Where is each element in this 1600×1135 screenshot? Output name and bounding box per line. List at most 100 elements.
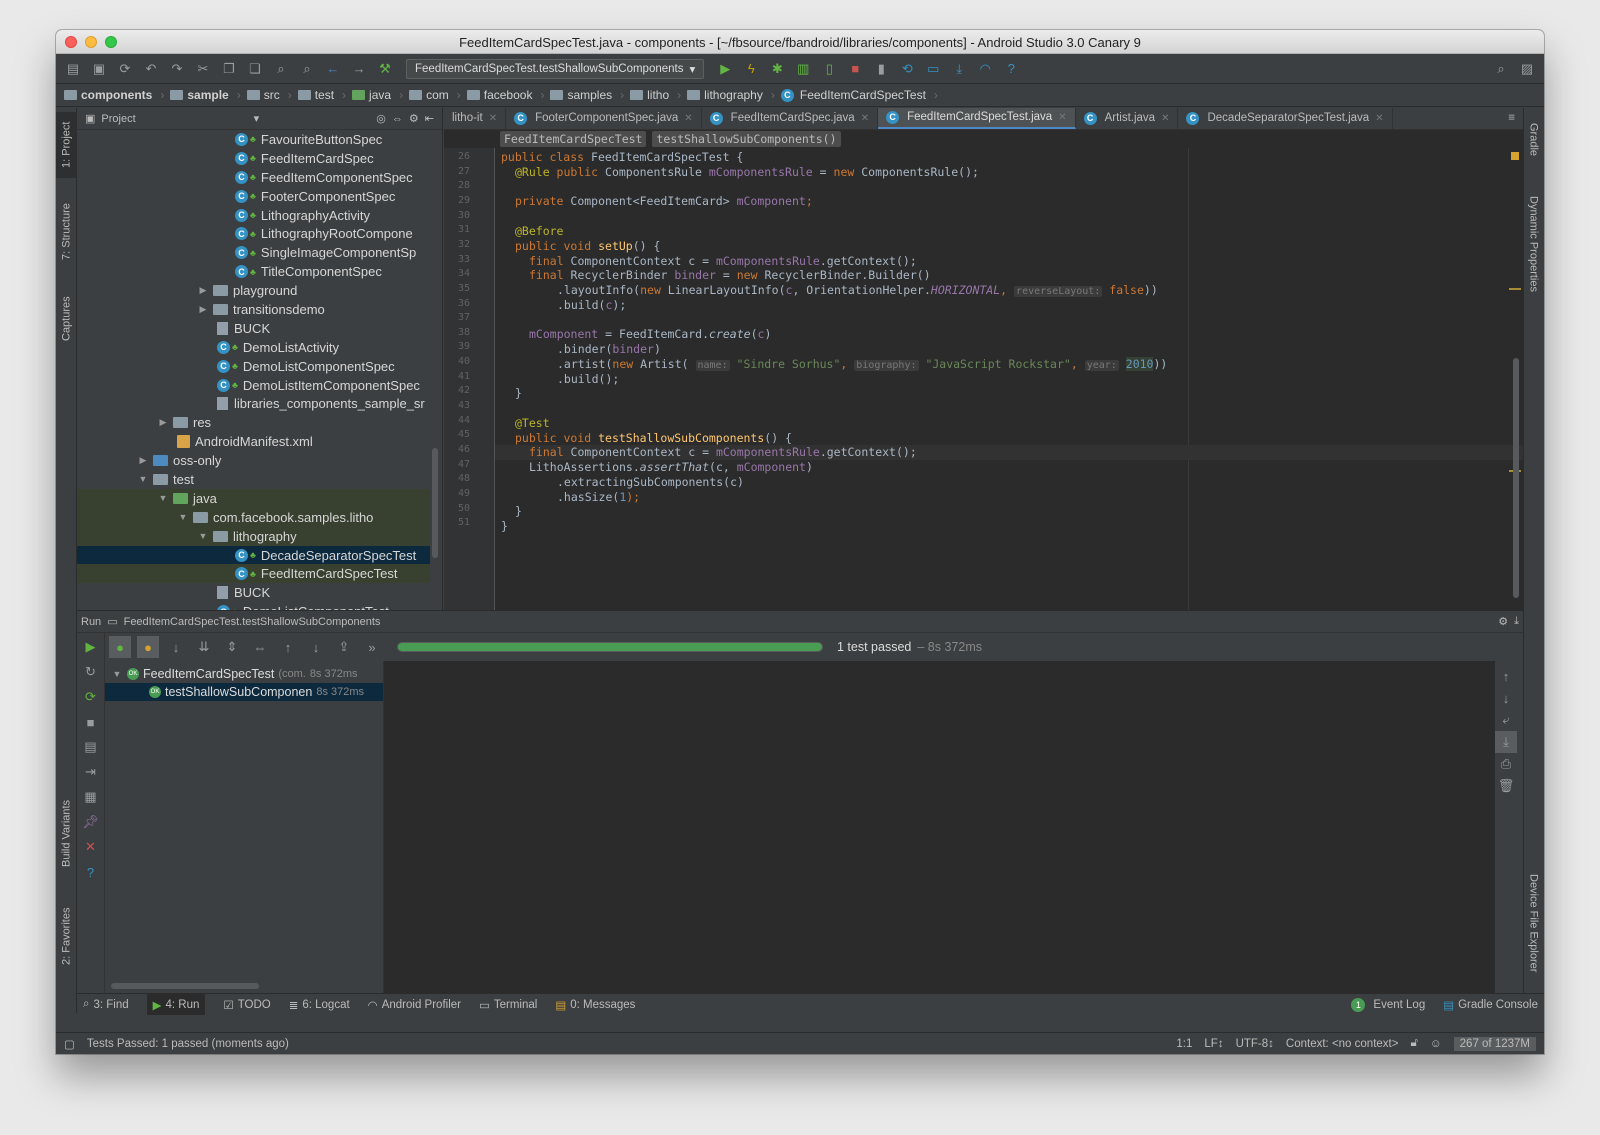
lock-icon[interactable]: 🔓︎ [1410,1037,1417,1050]
search-everywhere-icon[interactable]: ⌕ [1490,58,1512,80]
collapse-arrow-icon[interactable]: ▼ [137,474,149,484]
copy-icon[interactable]: ❐ [218,58,240,80]
save-icon[interactable]: ▣ [88,58,110,80]
tree-item[interactable]: C ♣ FavouriteButtonSpec [77,130,430,149]
tool-tab-find[interactable]: ⌕ 3: Find [83,998,129,1011]
debug-icon[interactable]: ✱ [766,58,788,80]
editor-vertical-scrollbar[interactable] [1513,358,1519,598]
more-icon[interactable]: » [361,636,383,658]
code-editor[interactable]: public class FeedItemCardSpecTest { @Rul… [495,148,1523,660]
rerun-failed-icon[interactable]: ↻ [80,661,102,683]
tool-tab-gradle-console[interactable]: ▤ Gradle Console [1443,998,1538,1012]
pin-icon[interactable]: 📌︎ [80,811,102,833]
help-icon[interactable]: ? [1000,58,1022,80]
tree-item[interactable]: BUCK [77,319,430,338]
tree-item[interactable]: C ♣ FeedItemCardSpec [77,149,430,168]
tool-tab-device-file-explorer[interactable]: Device File Explorer [1523,863,1544,983]
tree-item[interactable]: ▼ test [77,470,430,489]
hide-panel-icon[interactable]: ⤓ [1514,615,1519,628]
print-icon[interactable]: ⎙ [1495,753,1517,775]
clear-all-icon[interactable]: 🗑︎ [1495,775,1517,797]
soft-wrap-icon[interactable]: ⤶ [1495,709,1517,731]
tool-tab-android-profiler[interactable]: ◠ Android Profiler [368,998,461,1012]
close-tab-icon[interactable]: ✕ [1058,112,1066,123]
context-indicator[interactable]: Context: <no context> [1286,1038,1399,1050]
stop-icon[interactable]: ■ [80,711,102,733]
test-suite-row[interactable]: ▼ OK FeedItemCardSpecTest (com. 8s 372ms [105,665,383,683]
tool-tab-event-log[interactable]: 1 Event Log [1351,997,1425,1012]
tree-item[interactable]: C ♣ DemoListActivity [77,338,430,357]
tab-list-icon[interactable]: ≡ [1500,108,1523,129]
collapse-arrow-icon[interactable]: ▼ [177,512,189,522]
gear-icon[interactable]: ⚙ [1498,615,1508,628]
horizontal-scrollbar[interactable] [111,983,259,989]
make-project-icon[interactable]: ⚒ [374,58,396,80]
import-icon[interactable]: ⇥ [80,761,102,783]
show-passed-icon[interactable]: ● [109,636,131,658]
sort-duration-icon[interactable]: ⇊ [193,636,215,658]
replace-icon[interactable]: ⌕ [296,58,318,80]
avatar-icon[interactable]: ▨ [1516,58,1538,80]
back-icon[interactable]: ← [322,58,344,80]
tree-item[interactable]: C ♣ LithographyRootCompone [77,224,430,243]
tree-item[interactable]: ▶ playground [77,281,430,300]
open-folder-icon[interactable]: ▤ [62,58,84,80]
cut-icon[interactable]: ✂ [192,58,214,80]
toggle-tool-windows-icon[interactable]: ▢ [64,1037,75,1051]
chevron-down-icon[interactable]: ▾ [254,112,260,125]
tree-item[interactable]: ▶ transitionsdemo [77,300,430,319]
tree-item[interactable]: libraries_components_sample_sr [77,394,430,413]
breadcrumb-item[interactable]: com › [409,88,461,102]
profiler-icon[interactable]: ◠ [974,58,996,80]
rerun-icon[interactable]: ▶ [80,636,102,658]
breadcrumb-item[interactable]: lithography › [687,88,775,102]
collapse-arrow-icon[interactable]: ▼ [111,669,123,679]
tool-tab-messages[interactable]: ▤ 0: Messages [555,998,635,1012]
scroll-up-icon[interactable]: ↑ [1495,665,1517,687]
tree-item[interactable]: ▶ oss-only [77,451,430,470]
expand-arrow-icon[interactable]: ▶ [197,304,209,315]
export-icon[interactable]: ▤ [80,736,102,758]
editor-tab[interactable]: C FooterComponentSpec.java ✕ [506,108,702,129]
redo-icon[interactable]: ↷ [166,58,188,80]
breadcrumb-item[interactable]: src › [246,88,292,102]
forward-icon[interactable]: → [348,58,370,80]
tree-item[interactable]: C ♣ FeedItemComponentSpec [77,168,430,187]
breadcrumb-item[interactable]: components › [64,88,164,102]
tree-item[interactable]: BUCK [77,583,430,602]
memory-indicator[interactable]: 267 of 1237M [1453,1036,1536,1051]
breadcrumb-item[interactable]: facebook › [466,88,544,102]
paste-icon[interactable]: ❏ [244,58,266,80]
error-stripe-mark[interactable] [1509,288,1521,290]
tree-item[interactable]: AndroidManifest.xml [77,432,430,451]
sync-icon[interactable]: ⟳ [114,58,136,80]
tree-item[interactable]: C ♣ FooterComponentSpec [77,187,430,206]
expand-arrow-icon[interactable]: ▶ [137,455,149,466]
attach-debugger-icon[interactable]: ▯ [818,58,840,80]
tool-tab-run[interactable]: ▶ 4: Run [146,994,206,1015]
tree-item[interactable]: ▼ lithography [77,526,430,546]
run-panel-config[interactable]: FeedItemCardSpecTest.testShallowSubCompo… [124,616,381,628]
profile-icon[interactable]: ▥ [792,58,814,80]
run-icon[interactable]: ▶ [714,58,736,80]
apply-changes-icon[interactable]: ϟ [740,58,762,80]
show-ignored-icon[interactable]: ● [137,636,159,658]
test-console-output[interactable] [384,661,1495,993]
line-separator[interactable]: LF↕ [1204,1038,1223,1050]
run-configuration-select[interactable]: FeedItemCardSpecTest.testShallowSubCompo… [406,58,705,79]
close-tab-icon[interactable]: ✕ [684,113,692,124]
collapse-all-icon[interactable]: ⇔ [392,113,403,125]
gradle-sync-icon[interactable]: ⟲ [896,58,918,80]
vertical-scrollbar[interactable] [432,448,438,558]
breadcrumb-item[interactable]: sample › [170,88,241,102]
status-message[interactable]: Tests Passed: 1 passed (moments ago) [87,1038,289,1050]
editor-tab[interactable]: litho-it ✕ [444,108,507,129]
editor-tab[interactable]: C FeedItemCardSpec.java ✕ [702,108,879,129]
expand-arrow-icon[interactable]: ▶ [157,417,169,428]
scroll-to-end-icon[interactable]: ⤓ [1495,731,1517,753]
project-panel-title[interactable]: Project [101,113,135,125]
caret-position[interactable]: 1:1 [1176,1038,1192,1050]
device-monitor-icon[interactable]: ▭ [922,58,944,80]
expand-arrow-icon[interactable]: ▶ [197,285,209,296]
tree-item[interactable]: C ♣ TitleComponentSpec [77,262,430,281]
